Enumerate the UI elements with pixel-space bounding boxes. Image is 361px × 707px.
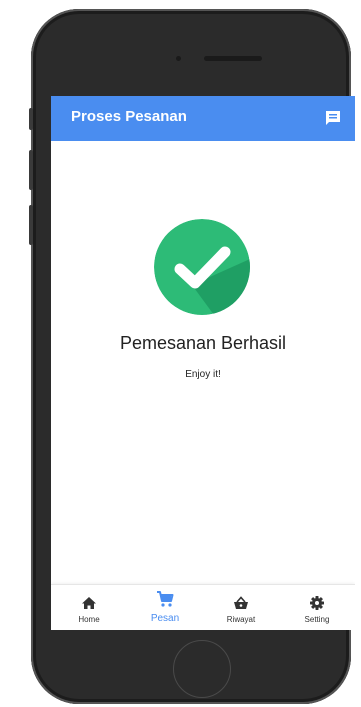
cart-icon: [157, 591, 174, 607]
nav-label-pesan: Pesan: [150, 613, 180, 624]
app-bar: Proses Pesanan: [51, 96, 355, 141]
gear-icon: [310, 596, 324, 610]
earpiece-speaker: [204, 56, 262, 61]
nav-item-setting[interactable]: Setting: [279, 585, 355, 630]
home-icon: [82, 597, 96, 609]
order-status-content: Pemesanan Berhasil Enjoy it!: [51, 141, 355, 584]
check-circle-icon: [154, 219, 250, 315]
nav-item-riwayat[interactable]: Riwayat: [203, 585, 279, 630]
device-home-button[interactable]: [173, 640, 231, 698]
chat-icon[interactable]: [323, 108, 343, 128]
nav-item-home[interactable]: Home: [51, 585, 127, 630]
nav-label-home: Home: [78, 615, 100, 624]
success-subtitle: Enjoy it!: [185, 369, 221, 380]
nav-label-riwayat: Riwayat: [226, 615, 256, 624]
app-screen: Proses Pesanan Pemesanan Berhasil Enjoy …: [51, 96, 355, 630]
front-camera: [176, 56, 181, 61]
nav-label-setting: Setting: [304, 615, 330, 624]
nav-item-pesan[interactable]: Pesan: [127, 585, 203, 630]
volume-down-button: [29, 205, 33, 245]
success-title: Pemesanan Berhasil: [119, 333, 287, 353]
bottom-navigation: Home Pesan Riwayat Setting: [51, 584, 355, 630]
mute-switch: [29, 108, 33, 130]
app-bar-title: Proses Pesanan: [71, 108, 187, 125]
volume-up-button: [29, 150, 33, 190]
basket-icon: [234, 596, 248, 609]
